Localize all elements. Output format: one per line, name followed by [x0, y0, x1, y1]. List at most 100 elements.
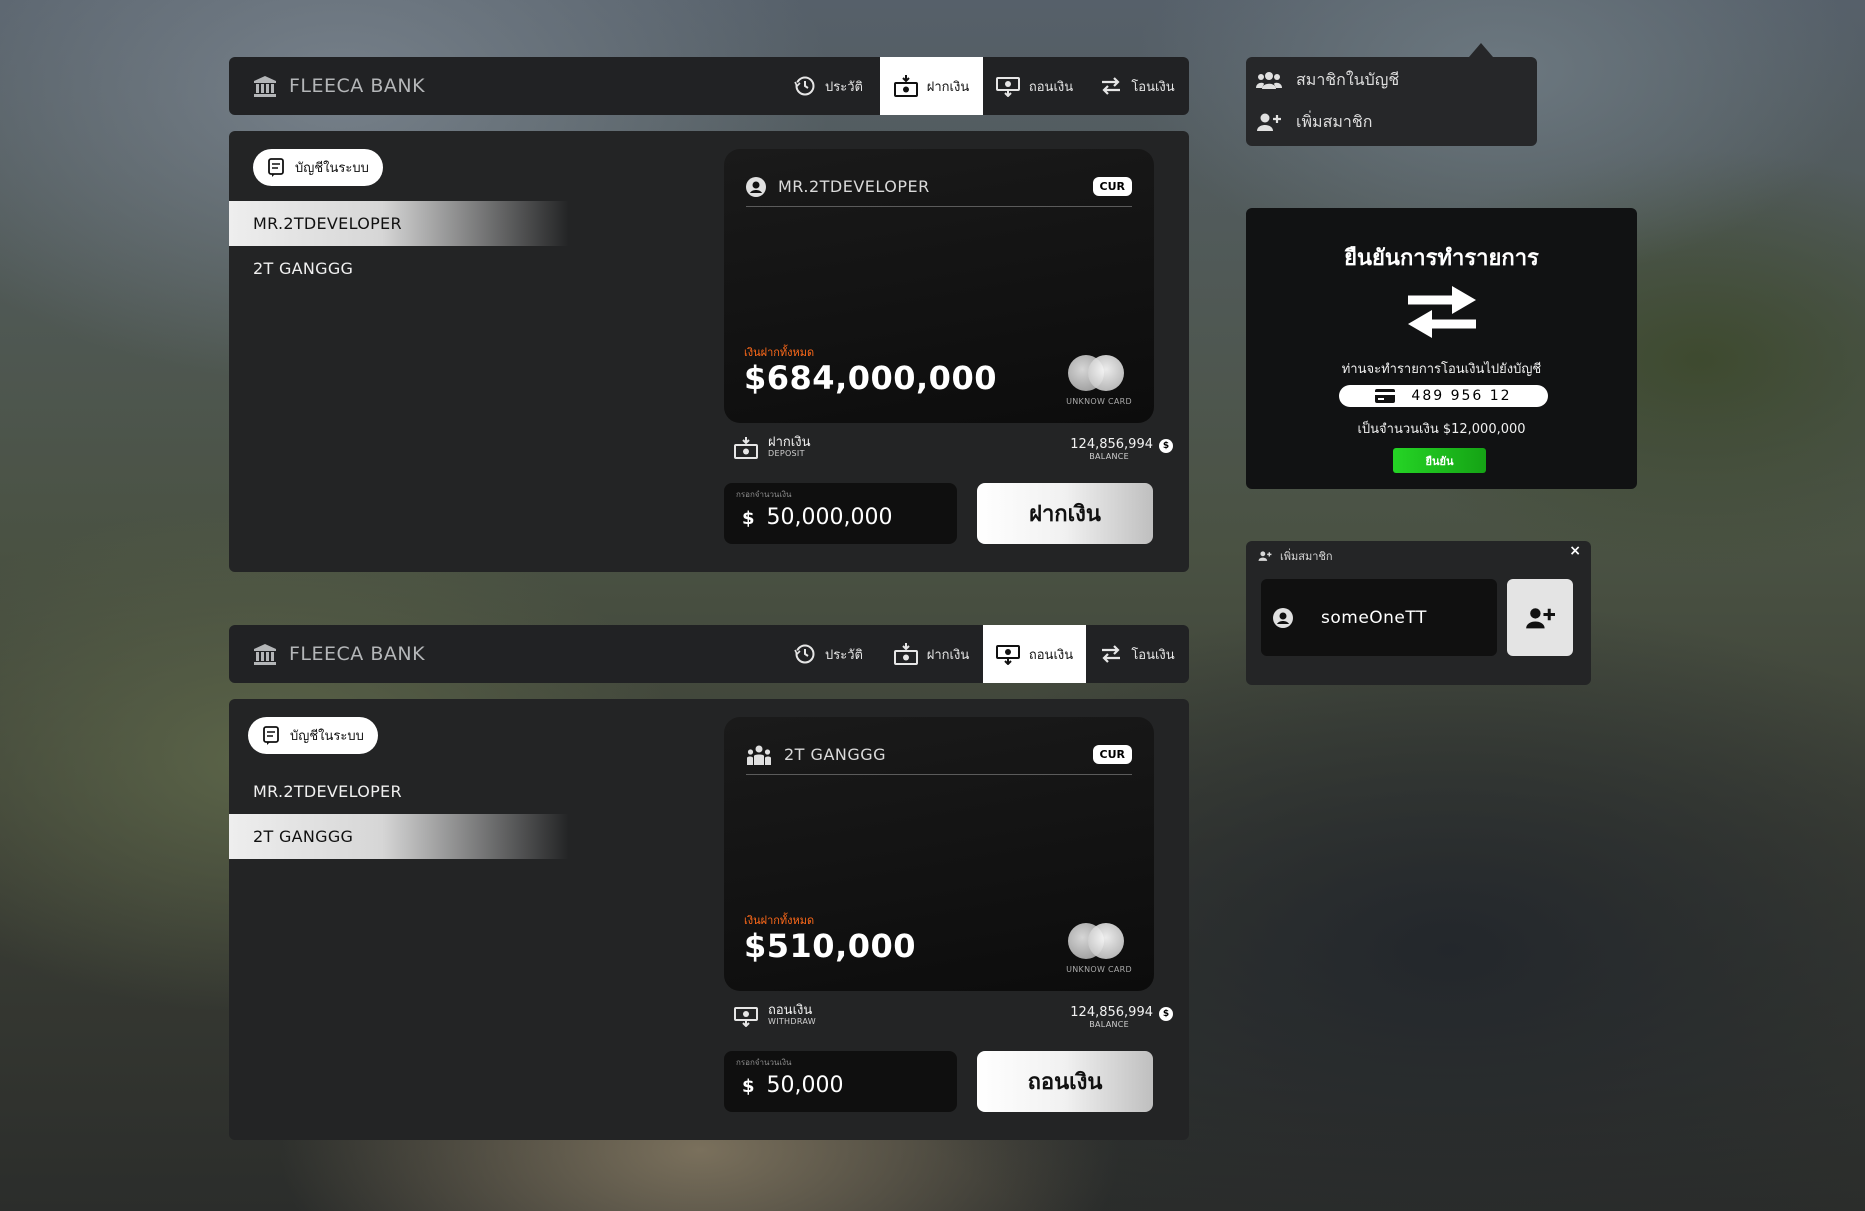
- tab-transfer[interactable]: โอนเงิน: [1086, 625, 1189, 683]
- bank-icon: [254, 644, 276, 665]
- amount-value: 50,000: [766, 1073, 844, 1098]
- brand: FLEECA BANK: [253, 625, 425, 683]
- deposit-icon: [734, 436, 758, 459]
- account-item[interactable]: MR.2TDEVELOPER: [229, 769, 569, 814]
- confirm-message: ท่านจะทำรายการโอนเงินไปยังบัญชี: [1341, 362, 1542, 377]
- tab-history[interactable]: ประวัติ: [777, 625, 880, 683]
- account-card: MR.2TDEVELOPER CUR เงินฝากทั้งหมด $684,0…: [724, 149, 1154, 423]
- menu-item-add-member[interactable]: เพิ่มสมาชิก: [1246, 101, 1537, 143]
- tab-label: ถอนเงิน: [1028, 79, 1074, 95]
- user-plus-icon: [1258, 551, 1272, 561]
- accounts-button[interactable]: บัญชีในระบบ: [248, 717, 378, 754]
- balance-label: BALANCE: [1089, 1020, 1129, 1029]
- transfer-icon: [1102, 77, 1121, 95]
- member-name-value: someOneTT: [1321, 607, 1427, 628]
- account-card: 2T GANGGG CUR เงินฝากทั้งหมด $510,000 UN…: [724, 717, 1154, 991]
- deposit-icon: [893, 643, 918, 665]
- deposit-icon: [893, 75, 918, 97]
- credit-card-icon: [1375, 389, 1396, 403]
- amount-input[interactable]: กรอกจำนวนเงิน $50,000,000: [724, 483, 957, 544]
- operation-subtitle: DEPOSIT: [768, 449, 805, 458]
- bank-icon: [254, 76, 276, 97]
- brand: FLEECA BANK: [253, 57, 425, 115]
- amount-input[interactable]: กรอกจำนวนเงิน $50,000: [724, 1051, 957, 1112]
- tab-label: ถอนเงิน: [1028, 647, 1074, 663]
- deposit-button[interactable]: ฝากเงิน: [977, 483, 1153, 544]
- accounts-button-label: บัญชีในระบบ: [295, 161, 369, 176]
- member-name-input[interactable]: someOneTT: [1261, 579, 1497, 656]
- history-icon: [794, 644, 815, 664]
- currency-symbol: $: [742, 1076, 755, 1097]
- menu-item-members[interactable]: สมาชิกในบัญชี: [1246, 59, 1537, 101]
- add-member-title: เพิ่มสมาชิก: [1280, 550, 1333, 563]
- withdraw-button[interactable]: ถอนเงิน: [977, 1051, 1153, 1112]
- account-list: MR.2TDEVELOPER 2T GANGGG: [229, 769, 569, 859]
- tab-deposit[interactable]: ฝากเงิน: [880, 625, 983, 683]
- tab-history[interactable]: ประวัติ: [777, 57, 880, 115]
- operation-header: ถอนเงิน WITHDRAW: [734, 1004, 816, 1027]
- operation-subtitle: WITHDRAW: [768, 1017, 816, 1026]
- amount-value: 50,000,000: [766, 505, 893, 530]
- bank-panel: บัญชีในระบบ MR.2TDEVELOPER 2T GANGGG 2T …: [229, 699, 1189, 1140]
- balance-value: 124,856,994: [1070, 437, 1153, 452]
- withdraw-icon: [995, 645, 1020, 665]
- tab-bar: ประวัติ ฝากเงิน ถอนเงิน โอนเงิน: [777, 57, 1189, 115]
- members-menu: สมาชิกในบัญชี เพิ่มสมาชิก: [1246, 43, 1537, 146]
- operation-title: ถอนเงิน: [768, 1003, 813, 1018]
- operation-header: ฝากเงิน DEPOSIT: [734, 436, 810, 459]
- brand-name: FLEECA BANK: [289, 643, 426, 665]
- currency-symbol: $: [742, 508, 755, 529]
- list-icon: [263, 725, 279, 745]
- confirm-amount: เป็นจำนวนเงิน $12,000,000: [1357, 422, 1526, 437]
- confirm-title: ยืนยันการทำรายการ: [1344, 246, 1539, 271]
- users-icon: [1256, 72, 1282, 89]
- accounts-button[interactable]: บัญชีในระบบ: [253, 149, 383, 186]
- account-item[interactable]: 2T GANGGG: [229, 246, 569, 291]
- balance: 124,856,994 BALANCE $: [1070, 1006, 1173, 1030]
- user-circle-icon: [1273, 607, 1293, 628]
- add-member-header: เพิ่มสมาชิก: [1258, 547, 1333, 565]
- coin-icon: $: [1159, 439, 1173, 453]
- coin-icon: $: [1159, 1007, 1173, 1021]
- menu-item-label: สมาชิกในบัญชี: [1296, 69, 1400, 89]
- close-icon[interactable]: ×: [1569, 543, 1581, 559]
- group-icon: [747, 745, 771, 765]
- currency-badge: CUR: [1092, 745, 1132, 764]
- list-icon: [268, 157, 284, 177]
- target-account: 489 956 12: [1339, 385, 1548, 407]
- account-number: 489 956 12: [1411, 388, 1512, 404]
- tab-transfer[interactable]: โอนเงิน: [1086, 57, 1189, 115]
- bank-panel: บัญชีในระบบ MR.2TDEVELOPER 2T GANGGG MR.…: [229, 131, 1189, 572]
- card-logo-icon: [1068, 923, 1126, 959]
- confirm-dialog: ยืนยันการทำรายการ ท่านจะทำรายการโอนเงินไ…: [1246, 208, 1637, 489]
- card-owner: 2T GANGGG: [784, 745, 887, 764]
- bank-navbar: FLEECA BANK ประวัติ ฝากเงิน ถอนเงิน โอนเ…: [229, 57, 1189, 115]
- confirm-button[interactable]: ยืนยัน: [1393, 448, 1486, 473]
- user-circle-icon: [746, 176, 766, 197]
- user-plus-icon: [1526, 607, 1555, 628]
- card-type: UNKNOW CARD: [1066, 397, 1132, 406]
- tab-withdraw[interactable]: ถอนเงิน: [983, 625, 1086, 683]
- add-member-button[interactable]: [1507, 579, 1573, 656]
- operation-title: ฝากเงิน: [768, 435, 811, 450]
- accounts-button-label: บัญชีในระบบ: [290, 729, 364, 744]
- transfer-icon: [1102, 645, 1121, 663]
- bank-navbar: FLEECA BANK ประวัติ ฝากเงิน ถอนเงิน โอนเ…: [229, 625, 1189, 683]
- account-list: MR.2TDEVELOPER 2T GANGGG: [229, 201, 569, 291]
- tab-label: โอนเงิน: [1131, 647, 1175, 663]
- tab-label: ฝากเงิน: [926, 79, 970, 95]
- withdraw-icon: [734, 1006, 758, 1027]
- card-type: UNKNOW CARD: [1066, 965, 1132, 974]
- balance-label: BALANCE: [1089, 452, 1129, 461]
- balance: 124,856,994 BALANCE $: [1070, 437, 1173, 462]
- add-member-dialog: เพิ่มสมาชิก × someOneTT: [1246, 541, 1591, 685]
- tab-withdraw[interactable]: ถอนเงิน: [983, 57, 1086, 115]
- tab-bar: ประวัติ ฝากเงิน ถอนเงิน โอนเงิน: [777, 625, 1189, 683]
- tab-deposit[interactable]: ฝากเงิน: [880, 57, 983, 115]
- tab-label: ฝากเงิน: [926, 647, 970, 663]
- total-balance: $510,000: [744, 927, 917, 965]
- tab-label: โอนเงิน: [1131, 79, 1175, 95]
- tab-label: ประวัติ: [825, 647, 863, 663]
- account-item[interactable]: 2T GANGGG: [229, 814, 569, 859]
- account-item[interactable]: MR.2TDEVELOPER: [229, 201, 569, 246]
